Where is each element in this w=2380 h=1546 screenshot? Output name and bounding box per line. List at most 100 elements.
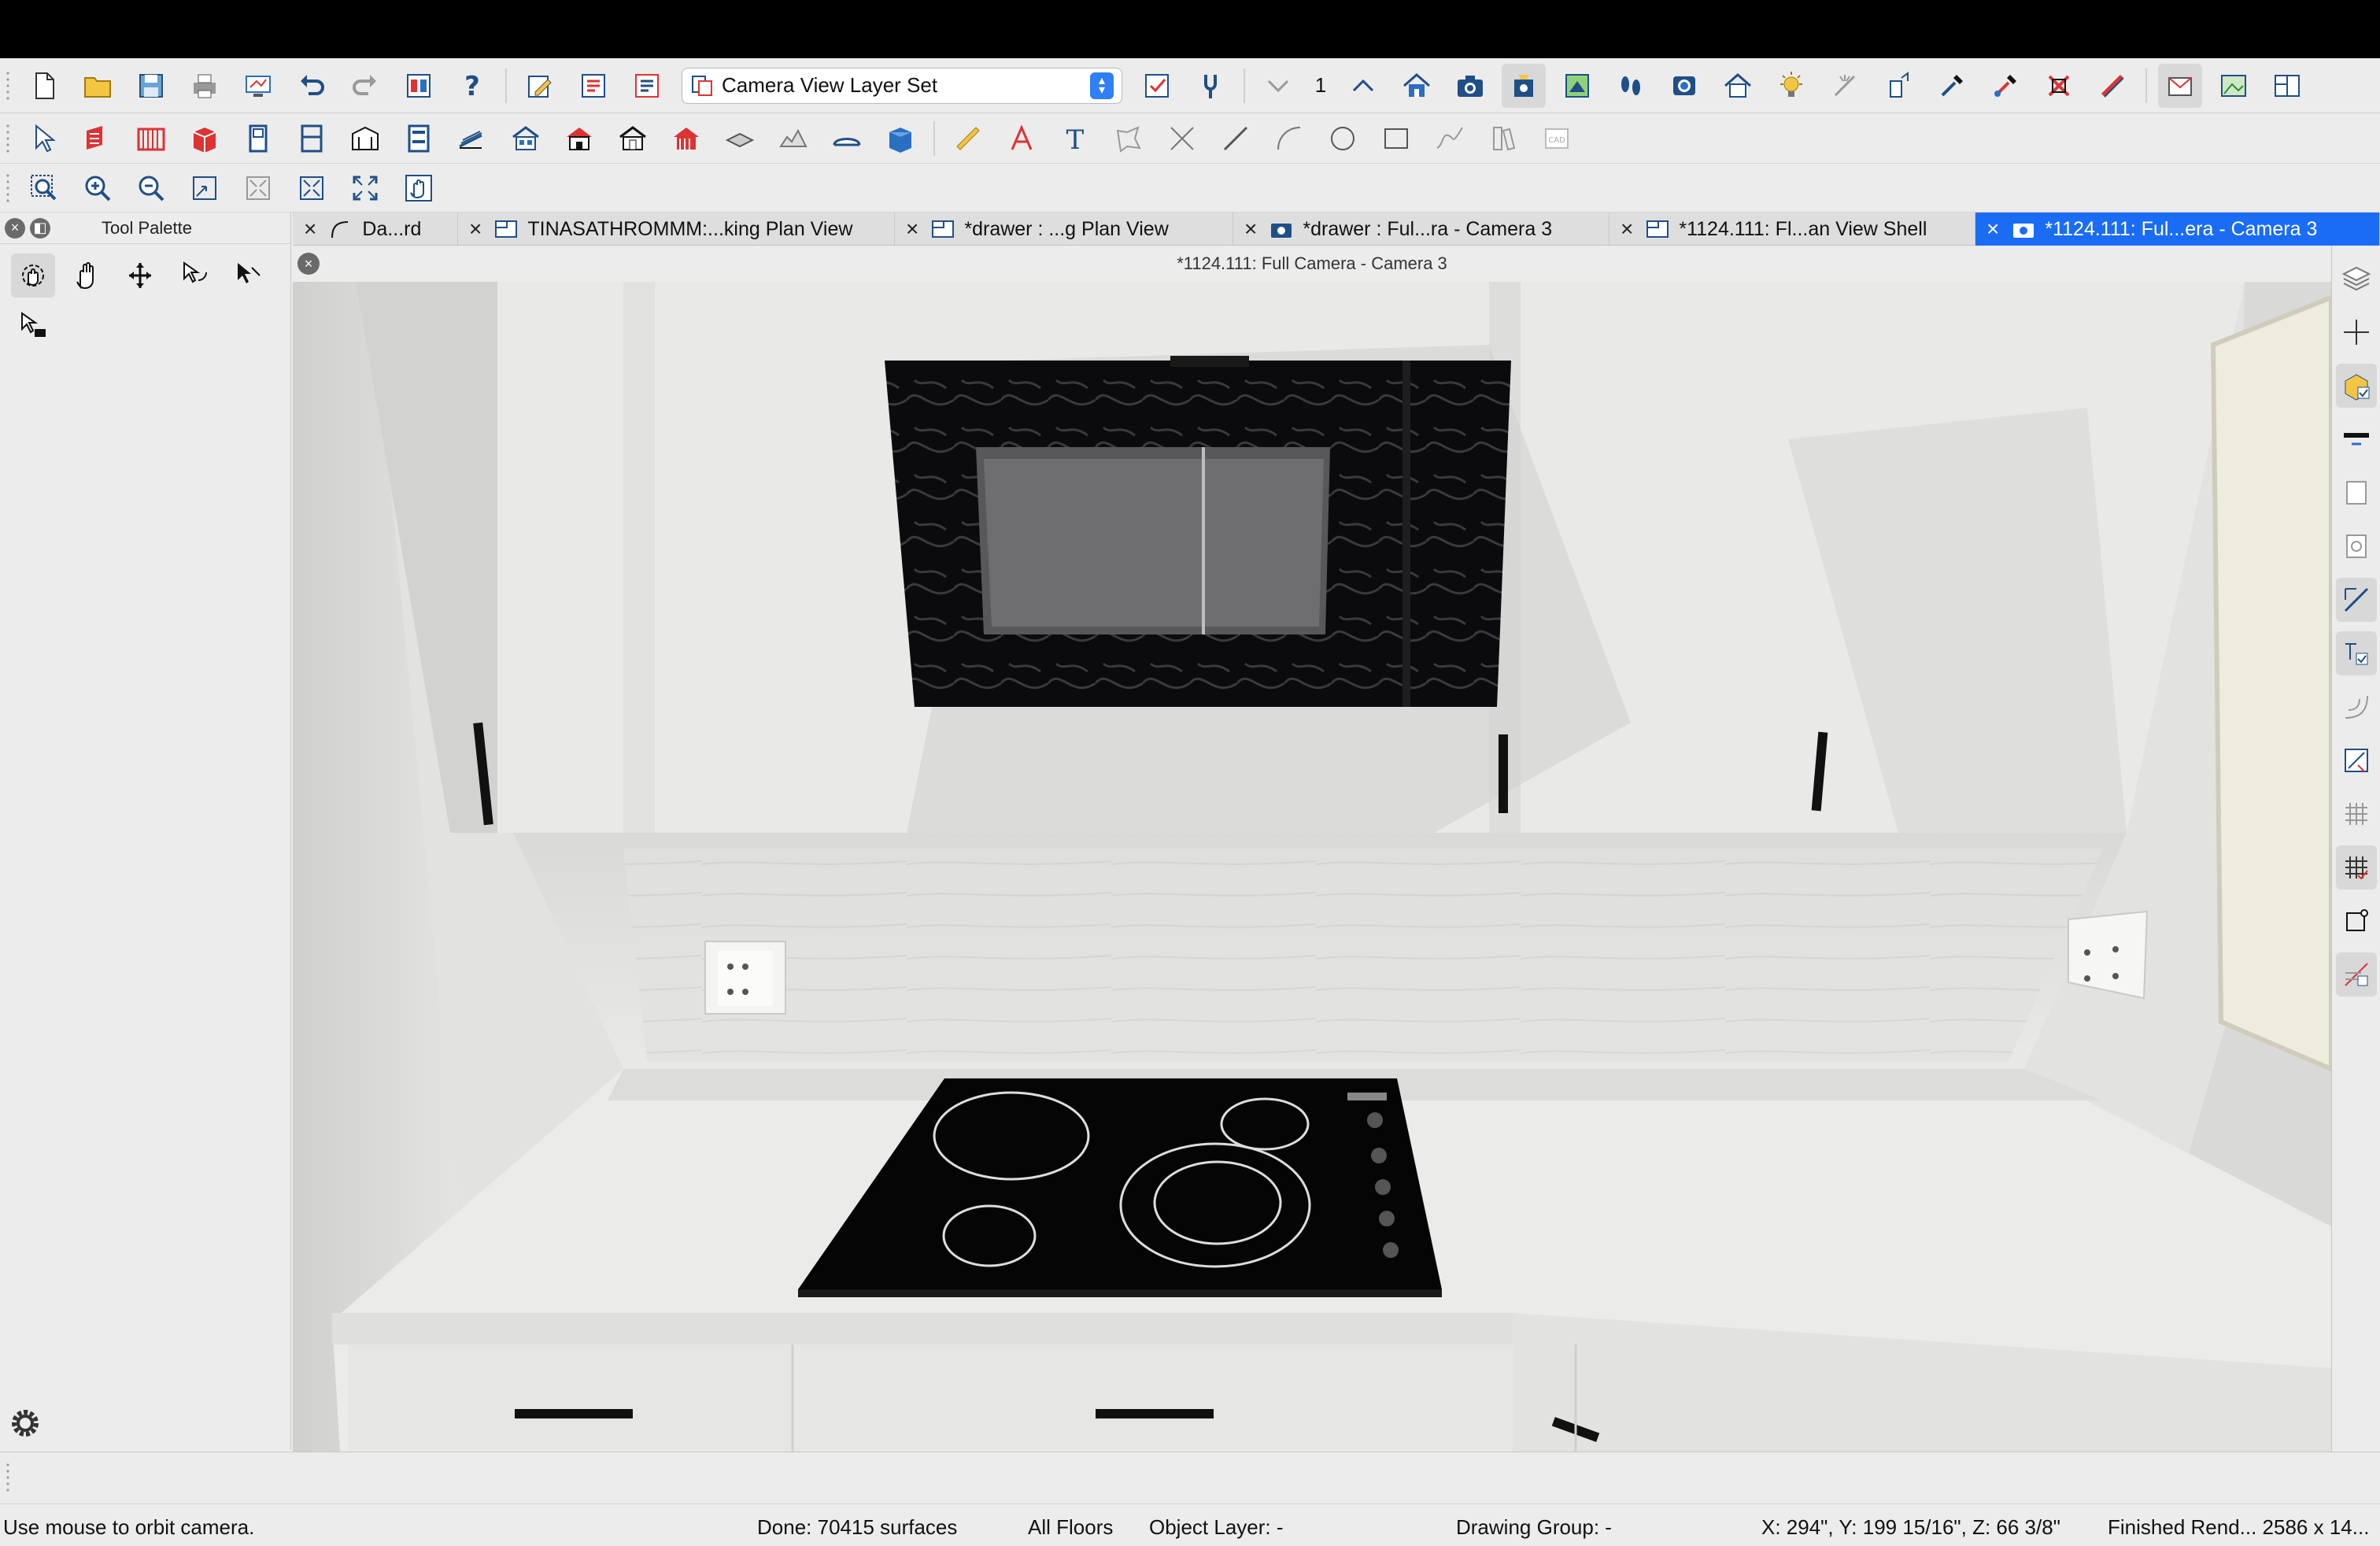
- close-tab-icon[interactable]: ×: [1986, 216, 1999, 242]
- zoom-window-icon[interactable]: [22, 166, 66, 210]
- shelf-icon[interactable]: [343, 117, 387, 161]
- close-tab-icon[interactable]: ×: [469, 216, 482, 242]
- polyline-icon[interactable]: [1107, 117, 1151, 161]
- select-icon[interactable]: [22, 117, 66, 161]
- shape-icon[interactable]: [2336, 899, 2377, 943]
- grid-check-icon[interactable]: [2335, 845, 2377, 890]
- appliance-icon[interactable]: [397, 117, 441, 161]
- tilt-camera-icon[interactable]: [172, 253, 216, 298]
- material-check-icon[interactable]: [2335, 364, 2377, 408]
- dimension-icon[interactable]: [946, 117, 990, 161]
- home-fill-icon[interactable]: [664, 117, 708, 161]
- frame-icon[interactable]: [2336, 471, 2377, 515]
- microwave[interactable]: [885, 356, 1511, 707]
- text-arrow-icon[interactable]: [1000, 117, 1044, 161]
- terrain-icon[interactable]: [771, 117, 815, 161]
- curve-icon[interactable]: [2336, 685, 2377, 729]
- home-icon[interactable]: [1395, 64, 1439, 108]
- new-file-icon[interactable]: [22, 64, 66, 108]
- tab-view-3[interactable]: × *drawer : ...g Plan View: [895, 213, 1233, 246]
- close-tab-icon[interactable]: ×: [906, 216, 918, 242]
- stairs-icon[interactable]: [450, 117, 494, 161]
- layout-icon[interactable]: [2265, 64, 2309, 108]
- zoom-edit-icon[interactable]: [2336, 738, 2377, 782]
- tab-view-4[interactable]: × *drawer : Ful...ra - Camera 3: [1233, 213, 1609, 246]
- camera-tool-icon[interactable]: [1502, 63, 1546, 108]
- layer-tool-icon[interactable]: [1188, 64, 1232, 108]
- tab-view-5[interactable]: × *1124.111: Fl...an View Shell: [1609, 213, 1975, 246]
- walkthrough-icon[interactable]: [1609, 64, 1653, 108]
- camera-settings-icon[interactable]: [11, 304, 55, 348]
- tab-view-6[interactable]: × *1124.111: Ful...era - Camera 3: [1975, 213, 2380, 246]
- orbit-camera-icon[interactable]: [11, 253, 55, 298]
- line-edit-icon[interactable]: [2335, 578, 2377, 622]
- divider-icon[interactable]: [2336, 417, 2377, 461]
- close-icon[interactable]: ×: [5, 217, 25, 239]
- door-icon[interactable]: [236, 117, 280, 161]
- edit-layer-icon[interactable]: [518, 64, 562, 108]
- layer-set-dropdown[interactable]: Camera View Layer Set ▴ ▾: [682, 67, 1122, 104]
- cabinet-icon[interactable]: [183, 117, 227, 161]
- layer-display-icon[interactable]: [397, 64, 441, 108]
- light-icon[interactable]: [1769, 64, 1813, 108]
- delete-icon[interactable]: [2037, 64, 2081, 108]
- layer-set-icon[interactable]: [571, 64, 615, 108]
- open-folder-icon[interactable]: [76, 64, 120, 108]
- toolbar-grip[interactable]: [5, 1462, 11, 1493]
- window-icon[interactable]: [290, 117, 334, 161]
- close-tab-icon[interactable]: ×: [1621, 216, 1633, 242]
- slab-icon[interactable]: [718, 117, 762, 161]
- kitchen-render[interactable]: [293, 282, 2331, 1452]
- railing-icon[interactable]: [129, 117, 173, 161]
- toolbar-grip[interactable]: [5, 122, 11, 154]
- image-icon[interactable]: [2212, 64, 2256, 108]
- wall-icon[interactable]: [76, 117, 120, 161]
- line-icon[interactable]: [1214, 117, 1258, 161]
- material-icon[interactable]: [1983, 64, 2027, 108]
- arc-icon[interactable]: [1267, 117, 1311, 161]
- close-tab-icon[interactable]: ×: [1244, 216, 1257, 242]
- toolbar-grip[interactable]: [5, 172, 11, 204]
- export-icon[interactable]: [2158, 63, 2202, 108]
- building-icon[interactable]: [557, 117, 601, 161]
- house-icon[interactable]: [1716, 64, 1760, 108]
- zoom-in-icon[interactable]: [76, 166, 120, 210]
- record-icon[interactable]: [1662, 64, 1706, 108]
- snap-icon[interactable]: [2335, 631, 2377, 675]
- measure-icon[interactable]: [1876, 64, 1920, 108]
- gear-icon[interactable]: [6, 1404, 44, 1442]
- cad-icon[interactable]: CAD: [1535, 117, 1579, 161]
- fullscreen-icon[interactable]: [343, 166, 387, 210]
- chevron-updown-icon[interactable]: ▴ ▾: [1090, 72, 1114, 99]
- circle-icon[interactable]: [1321, 117, 1365, 161]
- sun-icon[interactable]: [1823, 64, 1867, 108]
- print-icon[interactable]: [183, 64, 227, 108]
- pan-icon[interactable]: [397, 166, 441, 210]
- close-tab-icon[interactable]: ×: [304, 216, 316, 242]
- text-icon[interactable]: T: [1053, 117, 1097, 161]
- room-icon[interactable]: [825, 117, 869, 161]
- select-camera-icon[interactable]: [225, 253, 269, 298]
- rectangle-icon[interactable]: [1374, 117, 1418, 161]
- zoom-all-icon[interactable]: [290, 166, 334, 210]
- toolbar-grip[interactable]: [5, 69, 11, 102]
- undo-icon[interactable]: [290, 64, 334, 108]
- tab-view-2[interactable]: × TINASATHROMMM:...king Plan View: [458, 213, 895, 246]
- grid-icon[interactable]: [2336, 792, 2377, 836]
- zoom-fit-icon[interactable]: [183, 166, 227, 210]
- fill-window-icon[interactable]: [236, 166, 280, 210]
- box-icon[interactable]: [878, 117, 922, 161]
- camera-icon[interactable]: [1448, 64, 1492, 108]
- float-icon[interactable]: ◧: [30, 217, 50, 239]
- help-icon[interactable]: ?: [450, 64, 494, 108]
- layer-set-alt-icon[interactable]: [625, 64, 669, 108]
- save-icon[interactable]: [129, 64, 173, 108]
- roof-icon[interactable]: [504, 117, 548, 161]
- move-camera-icon[interactable]: [118, 253, 162, 298]
- ruler-icon[interactable]: [2090, 64, 2134, 108]
- layer-checkbox-icon[interactable]: [1135, 64, 1179, 108]
- framing-icon[interactable]: [611, 117, 655, 161]
- plot-icon[interactable]: [236, 64, 280, 108]
- zoom-out-icon[interactable]: [129, 166, 173, 210]
- layers-icon[interactable]: [2336, 257, 2377, 301]
